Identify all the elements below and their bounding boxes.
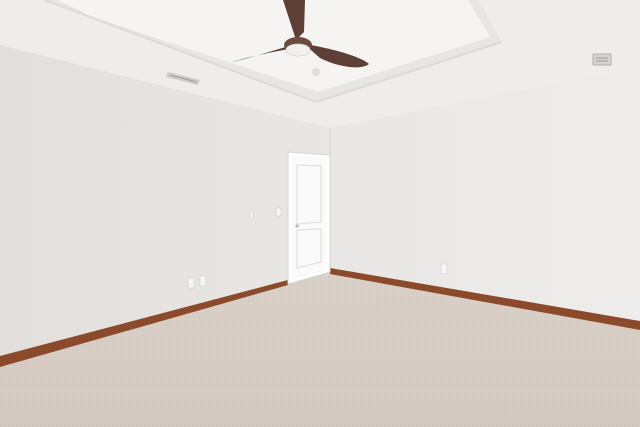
door-knob[interactable] [295, 224, 299, 228]
air-vent-icon [592, 53, 612, 66]
fan-mount [312, 68, 320, 76]
power-outlet-icon [187, 277, 195, 289]
power-outlet-icon [440, 263, 448, 275]
power-outlet-icon [199, 275, 207, 287]
bedroom-door[interactable] [287, 151, 331, 285]
light-switch-icon[interactable] [249, 210, 254, 220]
light-switch-icon[interactable] [275, 207, 282, 217]
room-photo [0, 0, 640, 427]
fan-light [285, 43, 311, 57]
